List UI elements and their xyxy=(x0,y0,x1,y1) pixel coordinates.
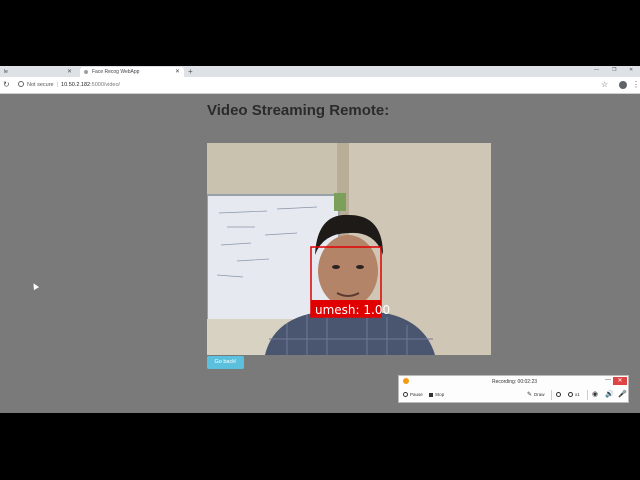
close-tab-icon[interactable]: ✕ xyxy=(175,67,180,77)
toolbar-divider xyxy=(551,390,552,400)
stop-button[interactable]: Stop xyxy=(429,390,444,400)
detection-label: umesh: 1.00 xyxy=(315,303,390,317)
zoom-level: x1 xyxy=(575,392,580,397)
go-back-button[interactable]: Go back! xyxy=(207,356,244,369)
page-favicon-icon xyxy=(84,70,88,74)
tab-label: le xyxy=(4,69,8,75)
zoom-out-button[interactable]: x1 xyxy=(568,390,580,400)
recorder-minimize-icon[interactable]: — xyxy=(605,376,611,384)
zoom-out-icon xyxy=(568,392,573,398)
video-frame: umesh: 1.00 xyxy=(207,143,491,355)
webcam-icon: ◉ xyxy=(592,391,599,398)
toolbar-divider xyxy=(587,390,588,400)
speaker-icon: 🔊 xyxy=(605,391,614,398)
microphone-icon: 🎤 xyxy=(618,391,627,398)
info-icon[interactable] xyxy=(18,81,24,87)
new-tab-button[interactable]: + xyxy=(188,66,193,77)
webcam-button[interactable]: ◉ xyxy=(592,390,600,400)
video-stream: umesh: 1.00 xyxy=(207,143,491,355)
account-icon[interactable] xyxy=(619,81,627,89)
tab-face-recog[interactable]: Face Recog WebApp ✕ xyxy=(80,67,184,77)
pencil-icon: ✎ xyxy=(527,392,533,398)
screen: le ✕ Face Recog WebApp ✕ + — ❐ ✕ ↻ Not s… xyxy=(0,0,640,480)
pause-button[interactable]: Pause xyxy=(403,390,423,400)
url-path: :5000/video/ xyxy=(90,82,121,88)
zoom-in-button[interactable] xyxy=(556,390,563,400)
browser-menu-icon[interactable]: ⋮ xyxy=(632,80,640,90)
screen-recorder-panel: Recording: 00:02:23 — ✕ Pause Stop ✎ Draw… xyxy=(398,375,629,403)
security-label: Not secure xyxy=(27,82,54,88)
stop-label: Stop xyxy=(435,392,445,397)
recording-status: Recording: 00:02:23 xyxy=(491,379,538,385)
speaker-button[interactable]: 🔊 xyxy=(605,390,616,400)
recorder-close-icon[interactable]: ✕ xyxy=(613,377,627,385)
reload-icon[interactable]: ↻ xyxy=(3,80,10,90)
tab-previous[interactable]: le ✕ xyxy=(0,67,76,77)
maximize-icon[interactable]: ❐ xyxy=(612,66,616,75)
left-eye xyxy=(332,265,340,269)
mouse-cursor-icon xyxy=(30,281,40,291)
zoom-in-icon xyxy=(556,392,561,398)
browser-window: le ✕ Face Recog WebApp ✕ + — ❐ ✕ ↻ Not s… xyxy=(0,66,640,413)
tab-bar: le ✕ Face Recog WebApp ✕ + — ❐ ✕ xyxy=(0,66,640,77)
bookmark-star-icon[interactable]: ☆ xyxy=(601,80,608,90)
close-tab-icon[interactable]: ✕ xyxy=(67,67,72,77)
address-separator: | xyxy=(56,82,59,88)
minimize-icon[interactable]: — xyxy=(594,66,599,75)
board-clip xyxy=(334,193,346,211)
close-window-icon[interactable]: ✕ xyxy=(629,66,633,75)
right-eye xyxy=(356,265,364,269)
microphone-button[interactable]: 🎤 xyxy=(618,390,629,400)
pause-label: Pause xyxy=(410,392,423,397)
draw-button[interactable]: ✎ Draw xyxy=(527,390,545,400)
url-host: 10.50.2.182 xyxy=(61,82,91,88)
page-content: Video Streaming Remote: umesh: 1.00 Go b… xyxy=(0,94,640,413)
draw-label: Draw xyxy=(534,392,545,398)
page-title: Video Streaming Remote: xyxy=(207,102,390,119)
pause-icon xyxy=(403,392,408,398)
stop-icon xyxy=(429,392,433,397)
browser-toolbar: ↻ Not secure | 10.50.2.182:5000/video/ ☆ ⋮ xyxy=(0,77,640,94)
tab-label: Face Recog WebApp xyxy=(92,69,140,75)
url-text: 10.50.2.182:5000/video/ xyxy=(61,82,120,88)
address-bar[interactable]: Not secure | 10.50.2.182:5000/video/ xyxy=(18,80,598,91)
